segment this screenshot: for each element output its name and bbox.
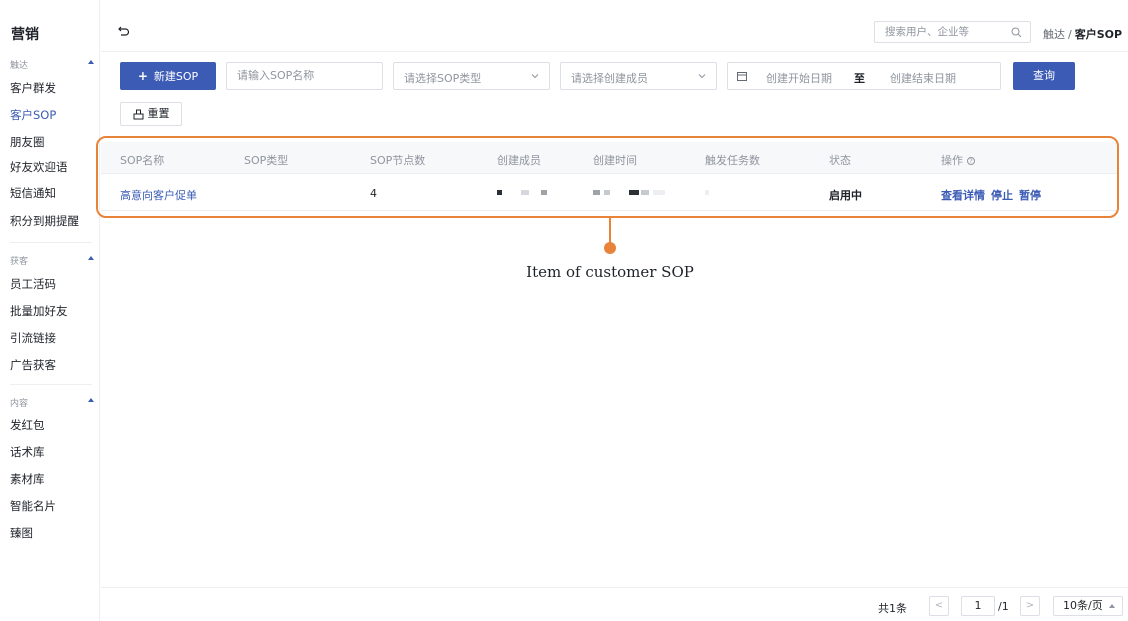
reset-button[interactable]: 重置	[120, 102, 182, 126]
prev-page-button[interactable]: <	[929, 596, 949, 616]
page-size-select[interactable]: 10条/页	[1053, 596, 1123, 616]
breadcrumb-current: 客户SOP	[1074, 28, 1123, 41]
sop-name-input[interactable]	[237, 69, 357, 82]
date-range-separator: 至	[854, 72, 865, 85]
date-start-placeholder[interactable]: 创建开始日期	[766, 70, 832, 86]
chevron-down-icon	[531, 74, 539, 79]
sidebar-item-material-library[interactable]: 素材库	[10, 468, 98, 490]
caret-up-icon	[88, 60, 94, 64]
sop-type-select[interactable]: 请选择SOP类型	[393, 62, 550, 90]
annotation-label: Item of customer SOP	[526, 263, 694, 281]
caret-up-icon	[1109, 604, 1115, 608]
top-header: 触达/客户SOP	[101, 0, 1128, 52]
sop-name-field[interactable]	[226, 62, 383, 90]
caret-up-icon	[88, 398, 94, 402]
next-page-button[interactable]: >	[1020, 596, 1040, 616]
annotation-highlight-box	[96, 136, 1119, 218]
creator-select[interactable]: 请选择创建成员	[560, 62, 717, 90]
date-end-placeholder[interactable]: 创建结束日期	[890, 70, 956, 86]
sop-type-placeholder: 请选择SOP类型	[404, 72, 482, 85]
reset-icon	[133, 109, 143, 119]
page-number-input[interactable]: 1	[961, 596, 995, 616]
global-search[interactable]	[874, 21, 1031, 43]
sidebar-item-bulk-add-friends[interactable]: 批量加好友	[10, 300, 98, 322]
date-range-picker[interactable]: 创建开始日期 至 创建结束日期	[727, 62, 1001, 90]
sidebar-group-content[interactable]: 内容	[10, 396, 94, 410]
sidebar-group-acquire[interactable]: 获客	[10, 254, 94, 268]
chevron-down-icon	[698, 74, 706, 79]
sidebar-item-sms-notice[interactable]: 短信通知	[10, 182, 98, 204]
pagination: 共1条 < 1 /1 > 10条/页	[101, 587, 1128, 621]
annotation-leader-line	[609, 218, 611, 244]
plus-icon: +	[137, 69, 148, 83]
sidebar-item-traffic-link[interactable]: 引流链接	[10, 327, 98, 349]
total-pages: /1	[998, 600, 1009, 613]
sidebar-item-staff-qrcode[interactable]: 员工活码	[10, 273, 98, 295]
sidebar-group-reach[interactable]: 触达	[10, 58, 94, 72]
sidebar: 营销 触达 客户群发 客户SOP 朋友圈 好友欢迎语 短信通知 积分到期提醒 获…	[0, 0, 100, 621]
annotation-leader-dot	[604, 242, 616, 254]
sidebar-item-zhen-image[interactable]: 臻图	[10, 522, 98, 544]
sidebar-item-red-packet[interactable]: 发红包	[10, 414, 98, 436]
sidebar-divider	[10, 384, 92, 385]
sidebar-brand: 营销	[11, 27, 39, 43]
calendar-icon	[737, 72, 747, 81]
sidebar-item-smart-card[interactable]: 智能名片	[10, 495, 98, 517]
caret-up-icon	[88, 256, 94, 260]
breadcrumb-separator: /	[1068, 28, 1072, 41]
search-icon[interactable]	[1011, 27, 1022, 38]
search-input[interactable]	[885, 25, 1005, 39]
sidebar-item-ad-acquisition[interactable]: 广告获客	[10, 354, 98, 376]
total-count: 共1条	[878, 602, 907, 615]
breadcrumb: 触达 / 客户SOP	[1043, 26, 1122, 42]
breadcrumb-parent[interactable]: 触达	[1043, 28, 1065, 41]
sidebar-item-script-library[interactable]: 话术库	[10, 441, 98, 463]
sidebar-item-customer-broadcast[interactable]: 客户群发	[10, 77, 98, 99]
sidebar-item-moments[interactable]: 朋友圈	[10, 131, 98, 153]
query-button[interactable]: 查询	[1013, 62, 1075, 90]
creator-placeholder: 请选择创建成员	[571, 72, 648, 85]
sidebar-item-customer-sop[interactable]: 客户SOP	[10, 104, 98, 126]
back-icon[interactable]	[117, 24, 131, 38]
sidebar-divider	[10, 242, 92, 243]
new-sop-button[interactable]: + 新建SOP	[120, 62, 216, 90]
sidebar-item-points-expiry[interactable]: 积分到期提醒	[10, 210, 98, 232]
sidebar-item-welcome-message[interactable]: 好友欢迎语	[10, 156, 98, 178]
